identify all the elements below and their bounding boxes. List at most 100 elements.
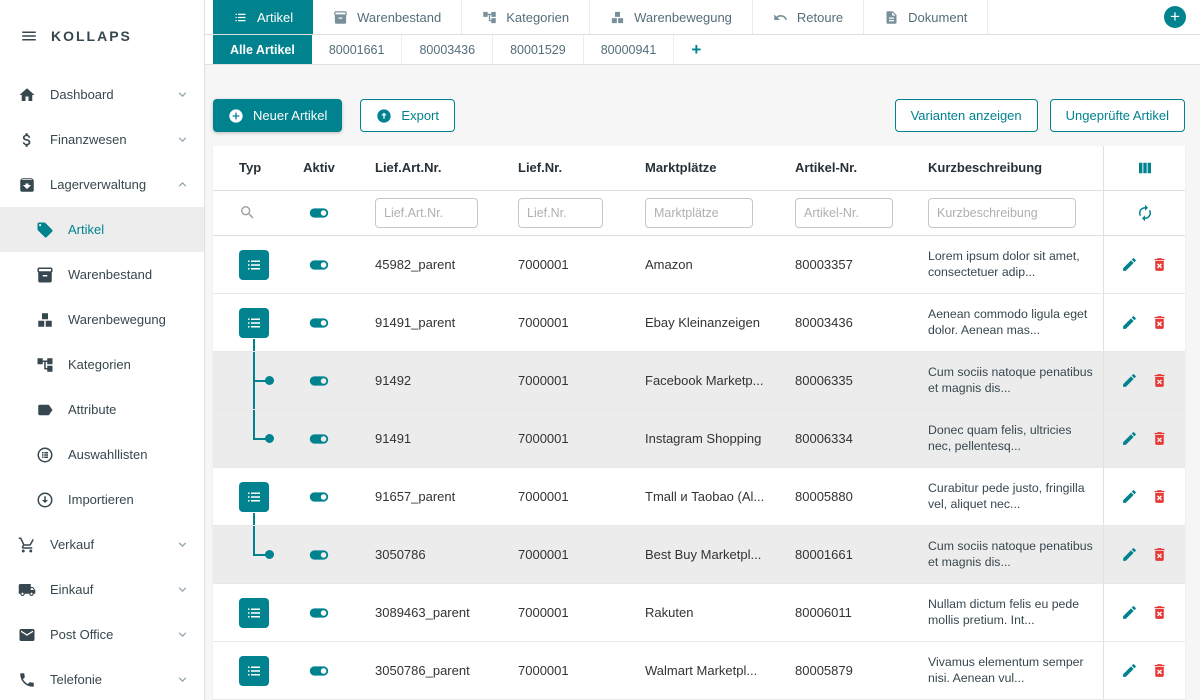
lief-art-nr-cell: 3089463_parent (347, 584, 492, 641)
tab-kategorien[interactable]: Kategorien (462, 0, 590, 34)
export-label: Export (401, 108, 439, 123)
article-type-button[interactable] (239, 656, 269, 686)
show-variants-button[interactable]: Varianten anzeigen (895, 99, 1038, 132)
sidebar-item-finanzwesen[interactable]: Finanzwesen (0, 117, 204, 162)
table-row[interactable]: 3089463_parent 7000001 Rakuten 80006011 … (213, 584, 1185, 642)
chevron-down-icon (175, 672, 190, 687)
chevron-down-icon (175, 132, 190, 147)
main-tabbar: Artikel Warenbestand Kategorien Warenbew… (205, 0, 1200, 35)
delete-icon[interactable] (1151, 314, 1168, 331)
sidebar-item-label: Importieren (68, 492, 134, 507)
columns-icon[interactable] (1136, 159, 1154, 177)
sidebar-item-artikel[interactable]: Artikel (0, 207, 204, 252)
sidebar-item-auswahllisten[interactable]: Auswahllisten (0, 432, 204, 477)
active-toggle-icon[interactable] (308, 254, 330, 276)
lief-nr-cell: 7000001 (492, 294, 619, 351)
delete-icon[interactable] (1151, 546, 1168, 563)
edit-icon[interactable] (1121, 430, 1138, 447)
tab-artikel[interactable]: Artikel (213, 0, 313, 34)
tab-dokument[interactable]: Dokument (864, 0, 988, 34)
edit-icon[interactable] (1121, 256, 1138, 273)
subtab-article[interactable]: 80000941 (584, 35, 675, 64)
export-button[interactable]: Export (360, 99, 455, 132)
delete-icon[interactable] (1151, 488, 1168, 505)
marktplaetze-filter-input[interactable] (645, 198, 753, 228)
sidebar-item-verkauf[interactable]: Verkauf (0, 522, 204, 567)
app-root: KOLLAPS Dashboard Finanzwesen Lagerverwa… (0, 0, 1200, 700)
tab-label: Retoure (797, 10, 843, 25)
delete-icon[interactable] (1151, 430, 1168, 447)
delete-icon[interactable] (1151, 604, 1168, 621)
tab-warenbewegung[interactable]: Warenbewegung (590, 0, 753, 34)
sidebar-item-kategorien[interactable]: Kategorien (0, 342, 204, 387)
table-row[interactable]: 91492 7000001 Facebook Marketp... 800063… (213, 352, 1185, 410)
article-type-button[interactable] (239, 250, 269, 280)
subtab-article[interactable]: 80001661 (312, 35, 403, 64)
delete-icon[interactable] (1151, 256, 1168, 273)
toggle-on-icon[interactable] (308, 202, 330, 224)
sidebar-item-post-office[interactable]: Post Office (0, 612, 204, 657)
delete-icon[interactable] (1151, 372, 1168, 389)
active-toggle-icon[interactable] (308, 428, 330, 450)
article-type-button[interactable] (239, 598, 269, 628)
table-row[interactable]: 45982_parent 7000001 Amazon 80003357 Lor… (213, 236, 1185, 294)
sidebar-item-label: Einkauf (50, 582, 93, 597)
table-row[interactable]: 91657_parent 7000001 Tmall и Taobao (Al.… (213, 468, 1185, 526)
active-toggle-icon[interactable] (308, 602, 330, 624)
lief-nr-filter-input[interactable] (518, 198, 603, 228)
subtab-article[interactable]: 80001529 (493, 35, 584, 64)
active-toggle-icon[interactable] (308, 312, 330, 334)
lief-nr-cell: 7000001 (492, 352, 619, 409)
article-type-button[interactable] (239, 308, 269, 338)
subtab-alle-artikel[interactable]: Alle Artikel (213, 35, 312, 64)
header-artikel-nr: Artikel-Nr. (769, 146, 902, 190)
refresh-icon[interactable] (1136, 204, 1154, 222)
sidebar-item-warenbewegung[interactable]: Warenbewegung (0, 297, 204, 342)
unchecked-articles-button[interactable]: Ungeprüfte Artikel (1050, 99, 1185, 132)
tab-warenbestand[interactable]: Warenbestand (313, 0, 462, 34)
edit-icon[interactable] (1121, 546, 1138, 563)
subtab-article[interactable]: 80003436 (402, 35, 493, 64)
active-toggle-icon[interactable] (308, 660, 330, 682)
sidebar-item-warenbestand[interactable]: Warenbestand (0, 252, 204, 297)
new-article-button[interactable]: Neuer Artikel (213, 99, 342, 132)
active-toggle-icon[interactable] (308, 486, 330, 508)
edit-icon[interactable] (1121, 604, 1138, 621)
sidebar-item-label: Finanzwesen (50, 132, 127, 147)
sidebar-item-lagerverwaltung[interactable]: Lagerverwaltung (0, 162, 204, 207)
edit-icon[interactable] (1121, 314, 1138, 331)
delete-icon[interactable] (1151, 662, 1168, 679)
table-row[interactable]: 91491_parent 7000001 Ebay Kleinanzeigen … (213, 294, 1185, 352)
edit-icon[interactable] (1121, 488, 1138, 505)
sidebar-item-importieren[interactable]: Importieren (0, 477, 204, 522)
sidebar-item-attribute[interactable]: Attribute (0, 387, 204, 432)
sidebar-item-label: Verkauf (50, 537, 94, 552)
marktplatz-cell: Ebay Kleinanzeigen (619, 294, 769, 351)
filter-lief-nr (492, 191, 619, 236)
kurzbeschreibung-filter-input[interactable] (928, 198, 1076, 228)
artikel-nr-cell: 80006011 (769, 584, 902, 641)
active-cell (291, 526, 347, 583)
list-icon (233, 10, 248, 25)
active-cell (291, 294, 347, 351)
kurzbeschreibung-cell: Cum sociis natoque penatibus et magnis d… (902, 526, 1103, 583)
menu-icon[interactable] (20, 27, 38, 45)
sidebar-item-dashboard[interactable]: Dashboard (0, 72, 204, 117)
undo-icon (773, 10, 788, 25)
add-article-tab-button[interactable]: + (674, 35, 718, 64)
add-tab-button[interactable]: + (1164, 6, 1186, 28)
tab-retoure[interactable]: Retoure (753, 0, 864, 34)
article-type-button[interactable] (239, 482, 269, 512)
table-row[interactable]: 91491 7000001 Instagram Shopping 8000633… (213, 410, 1185, 468)
sidebar-item-einkauf[interactable]: Einkauf (0, 567, 204, 612)
active-toggle-icon[interactable] (308, 544, 330, 566)
active-toggle-icon[interactable] (308, 370, 330, 392)
sidebar-item-label: Telefonie (50, 672, 102, 687)
lief-art-nr-filter-input[interactable] (375, 198, 478, 228)
table-row[interactable]: 3050786_parent 7000001 Walmart Marketpl.… (213, 642, 1185, 700)
edit-icon[interactable] (1121, 662, 1138, 679)
artikel-nr-filter-input[interactable] (795, 198, 893, 228)
sidebar-item-telefonie[interactable]: Telefonie (0, 657, 204, 700)
table-row[interactable]: 3050786 7000001 Best Buy Marketpl... 800… (213, 526, 1185, 584)
edit-icon[interactable] (1121, 372, 1138, 389)
